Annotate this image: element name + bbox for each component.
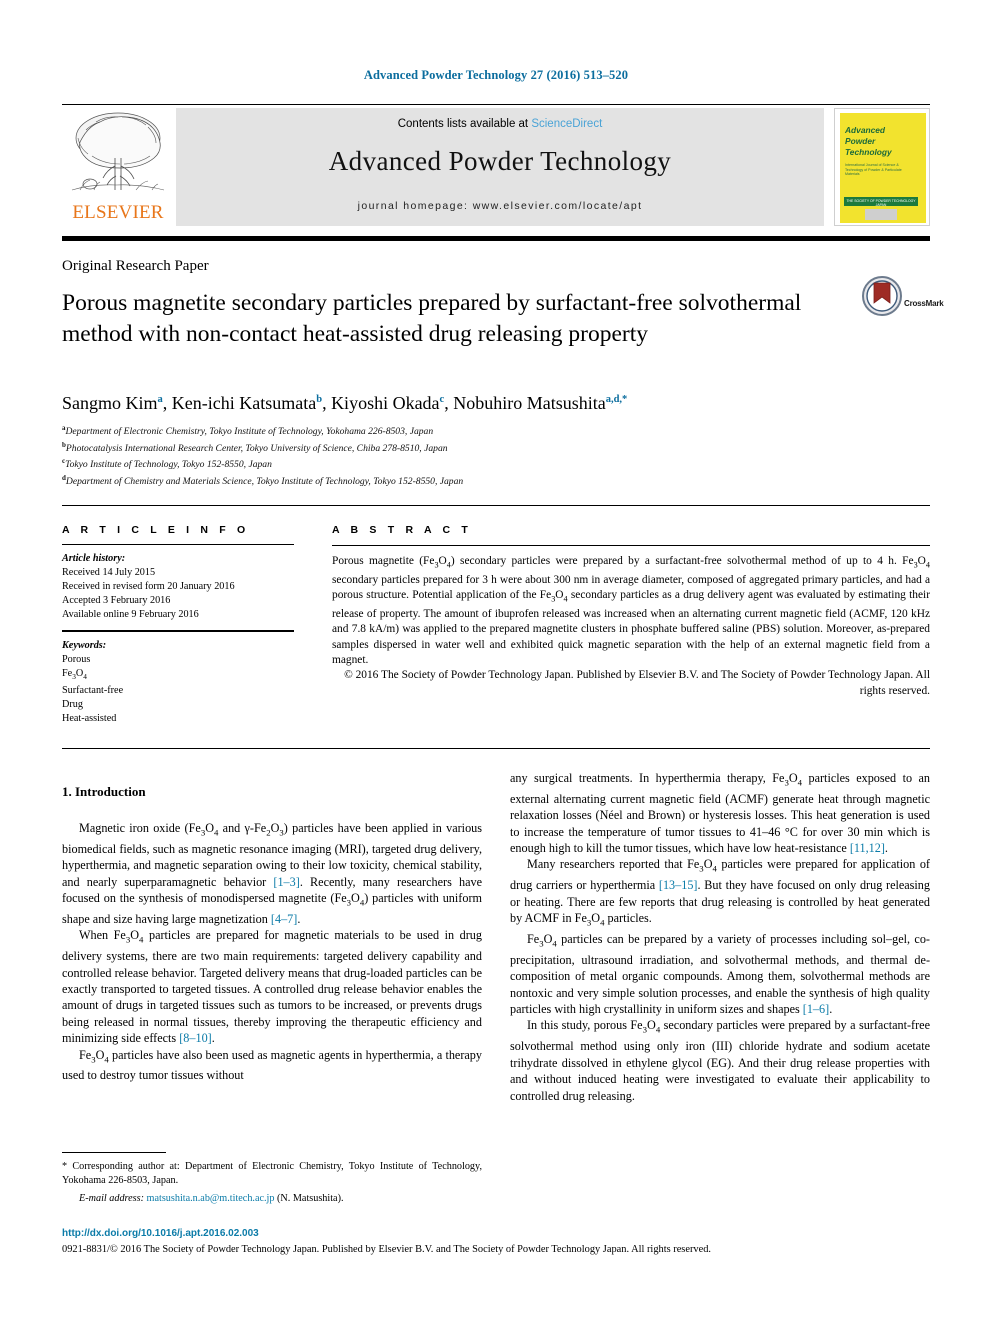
citation-link[interactable]: [4–7] — [271, 912, 297, 926]
sciencedirect-link[interactable]: ScienceDirect — [531, 118, 602, 130]
citation-link[interactable]: [8–10] — [179, 1031, 212, 1045]
abstract-block: A B S T R A C T Porous magnetite (Fe3O4)… — [332, 524, 930, 699]
cover-publisher-mark — [865, 209, 897, 220]
elsevier-wordmark: ELSEVIER — [72, 202, 164, 223]
affiliation-item: cTokyo Institute of Technology, Tokyo 15… — [62, 455, 862, 472]
elsevier-logo: ELSEVIER — [62, 108, 174, 226]
keyword-item: Surfactant-free — [62, 685, 124, 697]
author-entry: Nobuhiro Matsushitaa,d,* — [453, 393, 627, 413]
citation-link[interactable]: [11,12] — [850, 841, 885, 855]
contents-available-line: Contents lists available at ScienceDirec… — [176, 118, 824, 130]
author-name: Sangmo Kim — [62, 393, 158, 413]
journal-homepage-link[interactable]: journal homepage: www.elsevier.com/locat… — [176, 200, 824, 212]
abstract-bottom-rule — [62, 748, 930, 749]
affiliation-item: aDepartment of Electronic Chemistry, Tok… — [62, 422, 862, 439]
article-history-item: Accepted 3 February 2016 — [62, 595, 171, 606]
citation-link[interactable]: [13–15] — [659, 878, 698, 892]
crossmark-icon — [862, 276, 902, 316]
article-type-label: Original Research Paper — [62, 258, 209, 274]
info-section-top-rule — [62, 505, 930, 506]
article-info-block: A R T I C L E I N F O Article history: R… — [62, 524, 294, 726]
body-paragraph: Fe3O4 particles have also been used as m… — [62, 1047, 482, 1083]
footnote-block: * Corresponding author at: Department of… — [62, 1160, 482, 1205]
masthead-bottom-rule — [62, 236, 930, 241]
affiliation-list: aDepartment of Electronic Chemistry, Tok… — [62, 422, 862, 488]
article-history-label: Article history: — [62, 553, 126, 564]
cover-subtitle: International Journal of Science & Techn… — [845, 163, 902, 177]
affiliation-text: Photocatalysis International Research Ce… — [65, 442, 448, 454]
author-entry: Ken-ichi Katsumatab — [172, 393, 322, 413]
body-paragraph: In this study, porous Fe3O4 secondary pa… — [510, 1018, 930, 1103]
crossmark-badge[interactable]: CrossMark — [862, 276, 944, 328]
author-entry: Sangmo Kima — [62, 393, 163, 413]
keywords-label: Keywords: — [62, 640, 107, 651]
footnote-rule — [62, 1152, 166, 1153]
email-note: E-mail address: matsushita.n.ab@m.titech… — [62, 1192, 482, 1206]
article-history-item: Available online 9 February 2016 — [62, 609, 199, 620]
citation-link[interactable]: [1–6] — [803, 1002, 829, 1016]
cover-society-bar: THE SOCIETY OF POWDER TECHNOLOGY JAPAN — [844, 197, 918, 207]
body-paragraph: any surgical treatments. In hyperthermia… — [510, 771, 930, 856]
body-column-right: any surgical treatments. In hyperthermia… — [510, 770, 930, 1104]
journal-band: Contents lists available at ScienceDirec… — [176, 108, 824, 226]
contents-prefix: Contents lists available at — [397, 118, 532, 130]
author-affil-mark: b — [316, 394, 323, 405]
author-list: Sangmo Kima, Ken-ichi Katsumatab, Kiyosh… — [62, 393, 628, 413]
keyword-item: Porous — [62, 654, 91, 665]
cover-title-line1: Advanced — [845, 125, 886, 135]
running-head: Advanced Powder Technology 27 (2016) 513… — [363, 68, 629, 82]
article-info-rule — [62, 544, 294, 545]
abstract-rule — [332, 545, 930, 546]
author-name: Ken-ichi Katsumata — [171, 393, 317, 413]
paper-page: Advanced Powder Technology 27 (2016) 513… — [0, 0, 992, 1323]
keyword-item: Drug — [62, 699, 83, 711]
citation-link[interactable]: [1–3] — [273, 875, 299, 889]
article-info-heading: A R T I C L E I N F O — [62, 524, 250, 536]
author-affil-mark: a — [157, 394, 163, 405]
corresponding-author-note: * Corresponding author at: Department of… — [62, 1161, 482, 1186]
body-paragraph: When Fe3O4 particles are prepared for ma… — [62, 928, 482, 1046]
cover-society-text: THE SOCIETY OF POWDER TECHNOLOGY JAPAN — [846, 198, 916, 207]
keyword-item: Fe3O4 — [62, 668, 87, 682]
page-title: Porous magnetite secondary particles pre… — [62, 290, 802, 347]
author-name: Nobuhiro Matsushita — [453, 393, 606, 413]
author-entry: Kiyoshi Okadac — [331, 393, 444, 413]
email-suffix: (N. Matsushita). — [277, 1192, 344, 1204]
keyword-item: Heat-assisted — [62, 713, 117, 725]
abstract-text: Porous magnetite (Fe3O4) secondary parti… — [332, 555, 930, 666]
author-affil-mark: a,d,* — [605, 394, 628, 405]
journal-masthead: ELSEVIER Contents lists available at Sci… — [62, 108, 930, 226]
doi-link[interactable]: http://dx.doi.org/10.1016/j.apt.2016.02.… — [62, 1228, 259, 1239]
body-column-left: 1. Introduction Magnetic iron oxide (Fe3… — [62, 784, 482, 1084]
affiliation-text: Department of Electronic Chemistry, Toky… — [65, 426, 434, 438]
footer-copyright: 0921-8831/© 2016 The Society of Powder T… — [62, 1244, 712, 1255]
author-affil-mark: c — [439, 394, 445, 405]
author-name: Kiyoshi Okada — [331, 393, 440, 413]
keywords-rule — [62, 630, 294, 632]
email-link[interactable]: matsushita.n.ab@m.titech.ac.jp — [147, 1193, 275, 1204]
abstract-heading: A B S T R A C T — [332, 524, 472, 536]
masthead-top-rule — [62, 104, 930, 105]
body-paragraph: Magnetic iron oxide (Fe3O4 and γ-Fe2O3) … — [62, 821, 483, 926]
cover-title: Advanced Powder Technology — [845, 125, 915, 158]
abstract-copyright: © 2016 The Society of Powder Technology … — [344, 669, 930, 697]
cover-title-line3: Technology — [845, 147, 892, 157]
affiliation-item: bPhotocatalysis International Research C… — [62, 439, 862, 456]
affiliation-text: Department of Chemistry and Materials Sc… — [65, 475, 464, 487]
body-paragraph: Fe3O4 particles can be prepared by a var… — [510, 931, 930, 1017]
journal-title: Advanced Powder Technology — [328, 146, 672, 176]
affiliation-text: Tokyo Institute of Technology, Tokyo 152… — [65, 459, 272, 471]
affiliation-item: dDepartment of Chemistry and Materials S… — [62, 472, 862, 489]
cover-title-line2: Powder — [845, 136, 876, 146]
body-paragraph: Many researchers reported that Fe3O4 par… — [510, 857, 930, 928]
article-history-item: Received in revised form 20 January 2016 — [62, 581, 235, 592]
email-label: E-mail address: — [79, 1192, 144, 1204]
introduction-heading: 1. Introduction — [62, 784, 146, 799]
elsevier-tree-icon — [71, 112, 165, 191]
article-history-item: Received 14 July 2015 — [62, 567, 156, 578]
journal-cover-thumbnail[interactable]: Advanced Powder Technology International… — [834, 108, 930, 226]
crossmark-label: CrossMark — [904, 299, 944, 308]
